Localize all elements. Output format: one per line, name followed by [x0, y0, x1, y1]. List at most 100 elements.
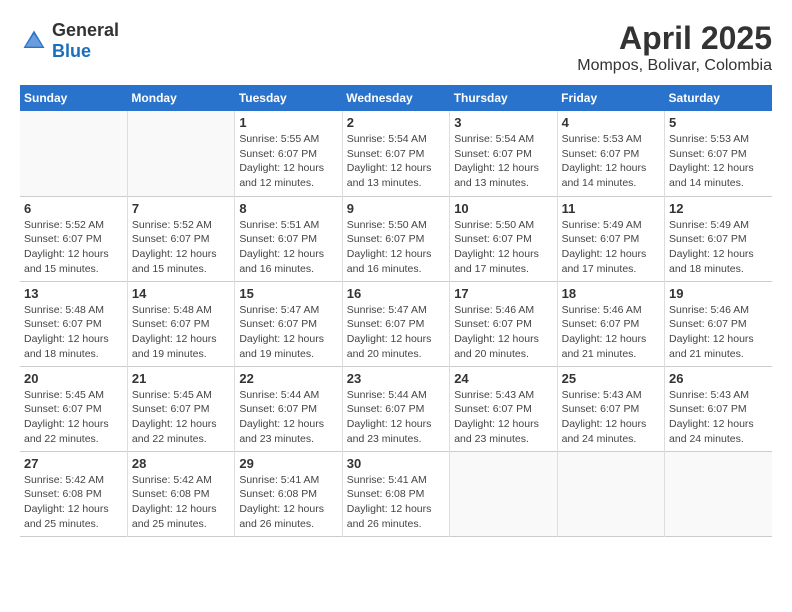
calendar-cell: 16Sunrise: 5:47 AM Sunset: 6:07 PM Dayli…: [342, 281, 449, 366]
week-row-2: 6Sunrise: 5:52 AM Sunset: 6:07 PM Daylig…: [20, 196, 772, 281]
day-info: Sunrise: 5:53 AM Sunset: 6:07 PM Dayligh…: [562, 132, 660, 191]
calendar-cell: 11 Sunrise: 5:49 AM Sunset: 6:07 PM Dayli…: [557, 196, 664, 281]
day-info: Sunrise: 5:49 AM Sunset: 6:07 PM Dayligh…: [562, 218, 660, 277]
week-row-3: 13 Sunrise: 5:48 AM Sunset: 6:07 PM Dayli…: [20, 281, 772, 366]
day-number: 9: [347, 201, 445, 216]
calendar-cell: 5 Sunrise: 5:53 AM Sunset: 6:07 PM Daylig…: [665, 111, 772, 196]
day-info: Sunrise: 5:44 AM Sunset: 6:07 PM Dayligh…: [239, 388, 337, 447]
day-info: Sunrise: 5:46 AM Sunset: 6:07 PM Dayligh…: [454, 303, 552, 362]
day-number: 10: [454, 201, 552, 216]
day-number: 24: [454, 371, 552, 386]
day-number: 23: [347, 371, 445, 386]
calendar-cell: 19Sunrise: 5:46 AM Sunset: 6:07 PM Dayli…: [665, 281, 772, 366]
calendar-cell: 14 Sunrise: 5:48 AM Sunset: 6:07 PM Dayli…: [127, 281, 234, 366]
logo: General Blue: [20, 20, 119, 62]
calendar-cell: 1 Sunrise: 5:55 AM Sunset: 6:07 PM Daylig…: [235, 111, 342, 196]
calendar-cell: 10 Sunrise: 5:50 AM Sunset: 6:07 PM Dayli…: [450, 196, 557, 281]
day-number: 17: [454, 286, 552, 301]
day-number: 11: [562, 201, 660, 216]
calendar-cell: 9 Sunrise: 5:50 AM Sunset: 6:07 PM Daylig…: [342, 196, 449, 281]
calendar-cell: [557, 451, 664, 536]
calendar-table: SundayMondayTuesdayWednesdayThursdayFrid…: [20, 85, 772, 537]
calendar-cell: 30 Sunrise: 5:41 AM Sunset: 6:08 PM Dayli…: [342, 451, 449, 536]
day-number: 4: [562, 115, 660, 130]
calendar-header-row: SundayMondayTuesdayWednesdayThursdayFrid…: [20, 85, 772, 111]
day-info: Sunrise: 5:46 AM Sunset: 6:07 PM Dayligh…: [562, 303, 660, 362]
calendar-cell: [450, 451, 557, 536]
calendar-cell: 24 Sunrise: 5:43 AM Sunset: 6:07 PM Dayli…: [450, 366, 557, 451]
calendar-cell: 12 Sunrise: 5:49 AM Sunset: 6:07 PM Dayli…: [665, 196, 772, 281]
day-number: 30: [347, 456, 445, 471]
calendar-cell: 23 Sunrise: 5:44 AM Sunset: 6:07 PM Dayli…: [342, 366, 449, 451]
day-number: 22: [239, 371, 337, 386]
day-info: Sunrise: 5:43 AM Sunset: 6:07 PM Dayligh…: [669, 388, 768, 447]
calendar-cell: 3Sunrise: 5:54 AM Sunset: 6:07 PM Daylig…: [450, 111, 557, 196]
day-info: Sunrise: 5:45 AM Sunset: 6:07 PM Dayligh…: [132, 388, 230, 447]
calendar-cell: 2 Sunrise: 5:54 AM Sunset: 6:07 PM Daylig…: [342, 111, 449, 196]
calendar-cell: 18 Sunrise: 5:46 AM Sunset: 6:07 PM Dayli…: [557, 281, 664, 366]
day-number: 21: [132, 371, 230, 386]
day-number: 20: [24, 371, 123, 386]
day-number: 2: [347, 115, 445, 130]
day-number: 14: [132, 286, 230, 301]
day-info: Sunrise: 5:41 AM Sunset: 6:08 PM Dayligh…: [239, 473, 337, 532]
calendar-cell: 27 Sunrise: 5:42 AM Sunset: 6:08 PM Dayli…: [20, 451, 127, 536]
header-friday: Friday: [557, 85, 664, 111]
day-info: Sunrise: 5:41 AM Sunset: 6:08 PM Dayligh…: [347, 473, 445, 532]
day-info: Sunrise: 5:47 AM Sunset: 6:07 PM Dayligh…: [347, 303, 445, 362]
day-number: 8: [239, 201, 337, 216]
calendar-cell: [127, 111, 234, 196]
day-info: Sunrise: 5:48 AM Sunset: 6:07 PM Dayligh…: [24, 303, 123, 362]
day-info: Sunrise: 5:55 AM Sunset: 6:07 PM Dayligh…: [239, 132, 337, 191]
calendar-cell: 8Sunrise: 5:51 AM Sunset: 6:07 PM Daylig…: [235, 196, 342, 281]
day-number: 7: [132, 201, 230, 216]
calendar-cell: 28Sunrise: 5:42 AM Sunset: 6:08 PM Dayli…: [127, 451, 234, 536]
day-number: 28: [132, 456, 230, 471]
week-row-1: 1 Sunrise: 5:55 AM Sunset: 6:07 PM Daylig…: [20, 111, 772, 196]
calendar-cell: [20, 111, 127, 196]
calendar-cell: [665, 451, 772, 536]
day-info: Sunrise: 5:43 AM Sunset: 6:07 PM Dayligh…: [562, 388, 660, 447]
day-number: 26: [669, 371, 768, 386]
location-title: Mompos, Bolivar, Colombia: [577, 57, 772, 75]
day-info: Sunrise: 5:42 AM Sunset: 6:08 PM Dayligh…: [24, 473, 123, 532]
day-info: Sunrise: 5:53 AM Sunset: 6:07 PM Dayligh…: [669, 132, 768, 191]
title-block: April 2025 Mompos, Bolivar, Colombia: [577, 20, 772, 75]
day-info: Sunrise: 5:46 AM Sunset: 6:07 PM Dayligh…: [669, 303, 768, 362]
calendar-cell: 6Sunrise: 5:52 AM Sunset: 6:07 PM Daylig…: [20, 196, 127, 281]
day-info: Sunrise: 5:52 AM Sunset: 6:07 PM Dayligh…: [24, 218, 123, 277]
header-tuesday: Tuesday: [235, 85, 342, 111]
day-info: Sunrise: 5:54 AM Sunset: 6:07 PM Dayligh…: [347, 132, 445, 191]
day-number: 13: [24, 286, 123, 301]
day-number: 5: [669, 115, 768, 130]
day-number: 27: [24, 456, 123, 471]
day-number: 12: [669, 201, 768, 216]
logo-general: General: [52, 20, 119, 40]
day-info: Sunrise: 5:49 AM Sunset: 6:07 PM Dayligh…: [669, 218, 768, 277]
day-number: 25: [562, 371, 660, 386]
day-number: 1: [239, 115, 337, 130]
calendar-cell: 13 Sunrise: 5:48 AM Sunset: 6:07 PM Dayli…: [20, 281, 127, 366]
calendar-cell: 25 Sunrise: 5:43 AM Sunset: 6:07 PM Dayli…: [557, 366, 664, 451]
calendar-cell: 4 Sunrise: 5:53 AM Sunset: 6:07 PM Daylig…: [557, 111, 664, 196]
day-info: Sunrise: 5:43 AM Sunset: 6:07 PM Dayligh…: [454, 388, 552, 447]
day-info: Sunrise: 5:50 AM Sunset: 6:07 PM Dayligh…: [454, 218, 552, 277]
week-row-5: 27 Sunrise: 5:42 AM Sunset: 6:08 PM Dayli…: [20, 451, 772, 536]
page-header: General Blue April 2025 Mompos, Bolivar,…: [20, 20, 772, 75]
calendar-cell: 15Sunrise: 5:47 AM Sunset: 6:07 PM Dayli…: [235, 281, 342, 366]
header-thursday: Thursday: [450, 85, 557, 111]
header-saturday: Saturday: [665, 85, 772, 111]
calendar-cell: 20Sunrise: 5:45 AM Sunset: 6:07 PM Dayli…: [20, 366, 127, 451]
month-title: April 2025: [577, 20, 772, 57]
day-info: Sunrise: 5:50 AM Sunset: 6:07 PM Dayligh…: [347, 218, 445, 277]
calendar-cell: 17 Sunrise: 5:46 AM Sunset: 6:07 PM Dayli…: [450, 281, 557, 366]
logo-text: General Blue: [52, 20, 119, 62]
header-monday: Monday: [127, 85, 234, 111]
day-info: Sunrise: 5:44 AM Sunset: 6:07 PM Dayligh…: [347, 388, 445, 447]
day-info: Sunrise: 5:52 AM Sunset: 6:07 PM Dayligh…: [132, 218, 230, 277]
header-wednesday: Wednesday: [342, 85, 449, 111]
calendar-cell: 21 Sunrise: 5:45 AM Sunset: 6:07 PM Dayli…: [127, 366, 234, 451]
day-info: Sunrise: 5:48 AM Sunset: 6:07 PM Dayligh…: [132, 303, 230, 362]
day-number: 18: [562, 286, 660, 301]
calendar-cell: 22 Sunrise: 5:44 AM Sunset: 6:07 PM Dayli…: [235, 366, 342, 451]
